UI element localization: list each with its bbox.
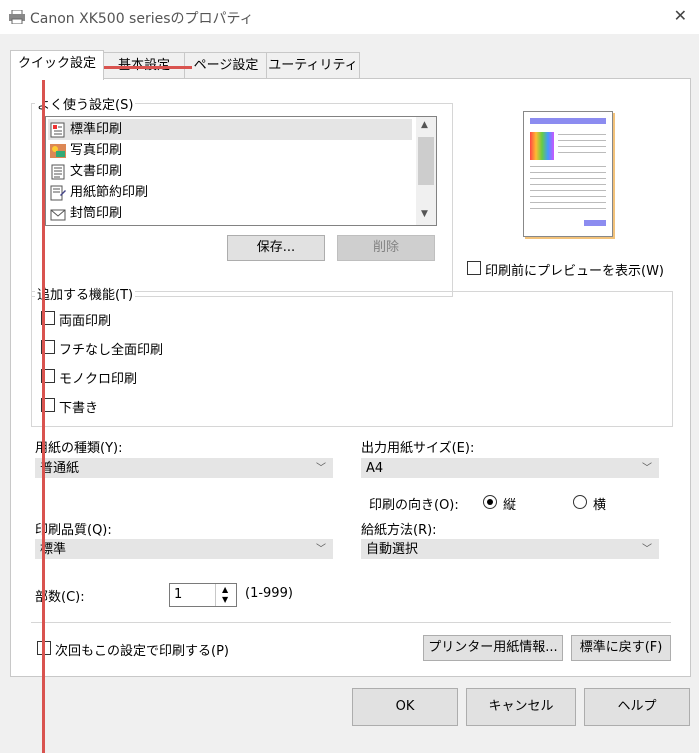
paper-save-icon (50, 185, 66, 200)
preview-header-bar (530, 118, 606, 124)
document-text-icon (51, 164, 65, 179)
cancel-button[interactable]: キャンセル (466, 688, 576, 726)
preview-checkbox-label: 印刷前にプレビューを表示(W) (485, 264, 664, 279)
chevron-down-icon: ﹀ (316, 463, 326, 474)
list-item-label: 封筒印刷 (70, 206, 123, 221)
borderless-label: フチなし全面印刷 (59, 343, 164, 358)
list-item[interactable]: 封筒印刷 (48, 203, 122, 224)
tab-panel: よく使う設定(S) 標準印刷 写真印刷 文書印刷 用紙節約印刷 封筒印刷 ▲ ▼… (10, 78, 691, 677)
media-type-label: 用紙の種類(Y): (35, 441, 123, 456)
copies-stepper[interactable]: 1 ▲ ▼ (169, 583, 237, 607)
tab-page-setup[interactable]: ページ設定 (184, 52, 268, 79)
delete-button[interactable]: 削除 (337, 235, 435, 261)
media-type-value: 普通紙 (40, 461, 80, 476)
favorites-list[interactable]: 標準印刷 写真印刷 文書印刷 用紙節約印刷 封筒印刷 ▲ ▼ (45, 116, 437, 226)
preview-checkbox[interactable] (467, 261, 481, 275)
document-color-icon (50, 122, 65, 137)
scroll-up-icon[interactable]: ▲ (421, 120, 428, 130)
duplex-label: 両面印刷 (59, 314, 112, 329)
list-item-label: 文書印刷 (70, 164, 123, 179)
portrait-radio[interactable] (483, 495, 497, 509)
orientation-label: 印刷の向き(O): (369, 498, 459, 513)
landscape-radio[interactable] (573, 495, 587, 509)
copies-value[interactable]: 1 (174, 587, 182, 602)
portrait-label: 縦 (503, 498, 517, 513)
landscape-label: 横 (593, 498, 607, 513)
close-icon[interactable]: ✕ (674, 6, 687, 25)
draft-label: 下書き (59, 401, 99, 416)
restore-defaults-button[interactable]: 標準に戻す(F) (571, 635, 671, 661)
paper-source-label: 給紙方法(R): (361, 523, 437, 538)
grayscale-label: モノクロ印刷 (59, 372, 138, 387)
photo-icon (50, 143, 66, 158)
list-item[interactable]: 標準印刷 (48, 119, 412, 140)
annotation-line-vertical (42, 66, 45, 753)
additional-features-group (31, 291, 673, 427)
list-item[interactable]: 用紙節約印刷 (48, 182, 148, 203)
tab-utility[interactable]: ユーティリティ (266, 52, 360, 79)
paper-source-value: 自動選択 (366, 542, 419, 557)
quality-select[interactable]: 標準 ﹀ (35, 539, 333, 559)
list-item-label: 写真印刷 (70, 143, 123, 158)
save-button[interactable]: 保存... (227, 235, 325, 261)
chevron-down-icon: ﹀ (642, 463, 652, 474)
chevron-down-icon: ﹀ (316, 544, 326, 555)
output-size-value: A4 (366, 461, 384, 476)
window-title: Canon XK500 seriesのプロパティ (30, 11, 254, 27)
list-scrollbar[interactable]: ▲ ▼ (416, 117, 436, 225)
copies-range: (1-999) (245, 586, 293, 601)
title-bar: Canon XK500 seriesのプロパティ ✕ (0, 0, 699, 34)
spin-down-icon[interactable]: ▼ (222, 595, 228, 604)
list-item[interactable]: 文書印刷 (48, 161, 122, 182)
preview-image-block (530, 132, 554, 160)
output-size-select[interactable]: A4 ﹀ (361, 458, 659, 478)
list-item[interactable]: 写真印刷 (48, 140, 122, 161)
additional-features-label: 追加する機能(T) (35, 284, 136, 303)
list-item-label: 標準印刷 (70, 122, 123, 137)
paper-source-select[interactable]: 自動選択 ﹀ (361, 539, 659, 559)
printer-icon (9, 10, 25, 24)
always-print-label: 次回もこの設定で印刷する(P) (55, 644, 229, 659)
spin-up-icon[interactable]: ▲ (222, 585, 228, 594)
scroll-down-icon[interactable]: ▼ (421, 209, 428, 219)
list-item-label: 用紙節約印刷 (70, 185, 149, 200)
ok-button[interactable]: OK (352, 688, 458, 726)
tab-quick-settings[interactable]: クイック設定 (10, 50, 104, 80)
scrollbar-thumb[interactable] (418, 137, 434, 185)
envelope-icon (50, 209, 66, 220)
chevron-down-icon: ﹀ (642, 544, 652, 555)
favorites-label: よく使う設定(S) (35, 94, 136, 113)
quality-label: 印刷品質(Q): (35, 523, 112, 538)
divider (31, 622, 671, 623)
preview-footer-bar (584, 220, 606, 226)
output-size-label: 出力用紙サイズ(E): (361, 441, 475, 456)
page-preview (523, 111, 613, 237)
printer-media-info-button[interactable]: プリンター用紙情報... (423, 635, 563, 661)
media-type-select[interactable]: 普通紙 ﹀ (35, 458, 333, 478)
help-button[interactable]: ヘルプ (584, 688, 690, 726)
